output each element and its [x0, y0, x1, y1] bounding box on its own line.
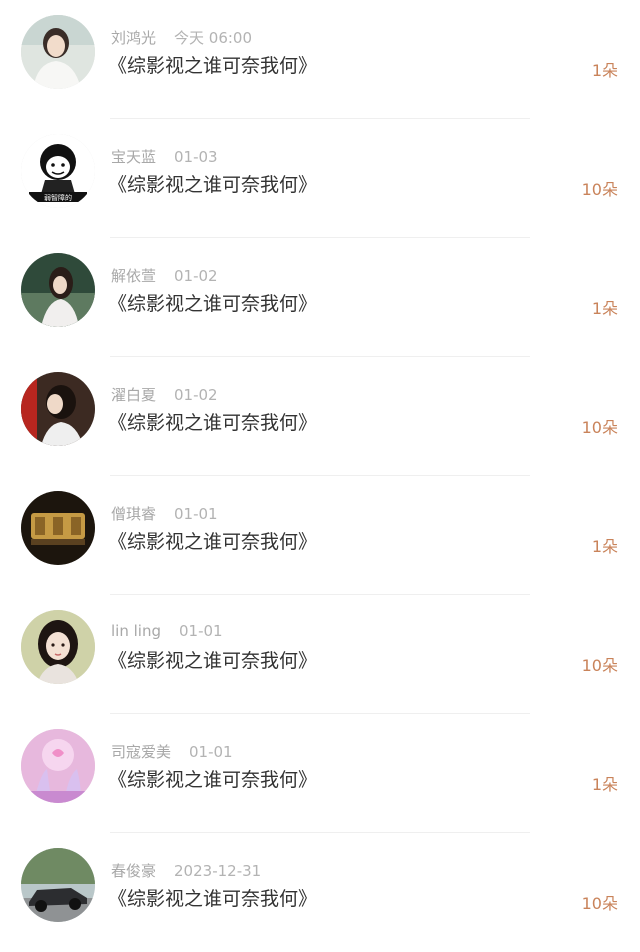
- book-title[interactable]: 《综影视之谁可奈我何》: [108, 51, 317, 78]
- list-item[interactable]: 春俊豪 2023-12-31 《综影视之谁可奈我何》 10朵: [0, 833, 640, 952]
- avatar[interactable]: 弱智障的: [21, 134, 95, 208]
- meme-face-icon: 弱智障的: [21, 134, 95, 208]
- avatar[interactable]: [21, 729, 95, 803]
- item-meta: 僧琪睿 01-01: [111, 503, 218, 524]
- list-item[interactable]: 濯白夏 01-02 《综影视之谁可奈我何》 10朵: [0, 357, 640, 476]
- book-title[interactable]: 《综影视之谁可奈我何》: [108, 765, 317, 792]
- list-item[interactable]: lin ling 01-01 《综影视之谁可奈我何》 10朵: [0, 595, 640, 714]
- gift-amount: 10朵: [581, 180, 618, 199]
- gift-amount: 1朵: [591, 299, 618, 318]
- username[interactable]: 司寇爱美: [111, 743, 171, 761]
- list-item[interactable]: 刘鸿光 今天 06:00 《综影视之谁可奈我何》 1朵: [0, 0, 640, 119]
- username[interactable]: 春俊豪: [111, 862, 156, 880]
- girl-portrait-icon: [21, 610, 95, 684]
- book-title[interactable]: 《综影视之谁可奈我何》: [108, 289, 317, 316]
- timestamp: 今天 06:00: [174, 29, 253, 47]
- girl-profile-icon: [21, 372, 95, 446]
- avatar[interactable]: [21, 491, 95, 565]
- timestamp: 01-01: [174, 505, 218, 523]
- username[interactable]: 刘鸿光: [111, 29, 156, 47]
- avatar[interactable]: [21, 253, 95, 327]
- girl-photo-icon: [21, 15, 95, 89]
- gift-amount: 1朵: [591, 61, 618, 80]
- book-title[interactable]: 《综影视之谁可奈我何》: [108, 170, 317, 197]
- lit-room-icon: [21, 491, 95, 565]
- item-meta: lin ling 01-01: [111, 622, 223, 640]
- book-title[interactable]: 《综影视之谁可奈我何》: [108, 527, 317, 554]
- username[interactable]: 解依萱: [111, 267, 156, 285]
- username[interactable]: 僧琪睿: [111, 505, 156, 523]
- item-meta: 濯白夏 01-02: [111, 384, 218, 405]
- username[interactable]: lin ling: [111, 622, 161, 640]
- book-title[interactable]: 《综影视之谁可奈我何》: [108, 408, 317, 435]
- gift-amount: 10朵: [581, 894, 618, 913]
- gift-amount: 10朵: [581, 418, 618, 437]
- avatar[interactable]: [21, 372, 95, 446]
- item-meta: 宝天蓝 01-03: [111, 146, 218, 167]
- list-item[interactable]: 解依萱 01-02 《综影视之谁可奈我何》 1朵: [0, 238, 640, 357]
- item-meta: 司寇爱美 01-01: [111, 741, 233, 762]
- girl-outdoor-icon: [21, 253, 95, 327]
- gift-amount: 1朵: [591, 775, 618, 794]
- pink-dancers-icon: [21, 729, 95, 803]
- gift-list: 刘鸿光 今天 06:00 《综影视之谁可奈我何》 1朵 弱智障的 宝天蓝 01-03…: [0, 0, 640, 944]
- list-item[interactable]: 司寇爱美 01-01 《综影视之谁可奈我何》 1朵: [0, 714, 640, 833]
- avatar[interactable]: [21, 848, 95, 922]
- avatar-caption: 弱智障的: [44, 193, 72, 202]
- item-meta: 春俊豪 2023-12-31: [111, 860, 261, 881]
- list-item[interactable]: 弱智障的 宝天蓝 01-03 《综影视之谁可奈我何》 10朵: [0, 119, 640, 238]
- gift-amount: 1朵: [591, 537, 618, 556]
- avatar[interactable]: [21, 610, 95, 684]
- item-meta: 刘鸿光 今天 06:00: [111, 27, 252, 48]
- sports-car-icon: [21, 848, 95, 922]
- timestamp: 01-01: [189, 743, 233, 761]
- timestamp: 01-01: [178, 622, 223, 640]
- item-meta: 解依萱 01-02: [111, 265, 218, 286]
- list-item[interactable]: 僧琪睿 01-01 《综影视之谁可奈我何》 1朵: [0, 476, 640, 595]
- timestamp: 01-03: [174, 148, 218, 166]
- avatar[interactable]: [21, 15, 95, 89]
- username[interactable]: 宝天蓝: [111, 148, 156, 166]
- book-title[interactable]: 《综影视之谁可奈我何》: [108, 646, 317, 673]
- gift-amount: 10朵: [581, 656, 618, 675]
- timestamp: 01-02: [174, 386, 218, 404]
- timestamp: 2023-12-31: [174, 862, 262, 880]
- timestamp: 01-02: [174, 267, 218, 285]
- book-title[interactable]: 《综影视之谁可奈我何》: [108, 884, 317, 911]
- username[interactable]: 濯白夏: [111, 386, 156, 404]
